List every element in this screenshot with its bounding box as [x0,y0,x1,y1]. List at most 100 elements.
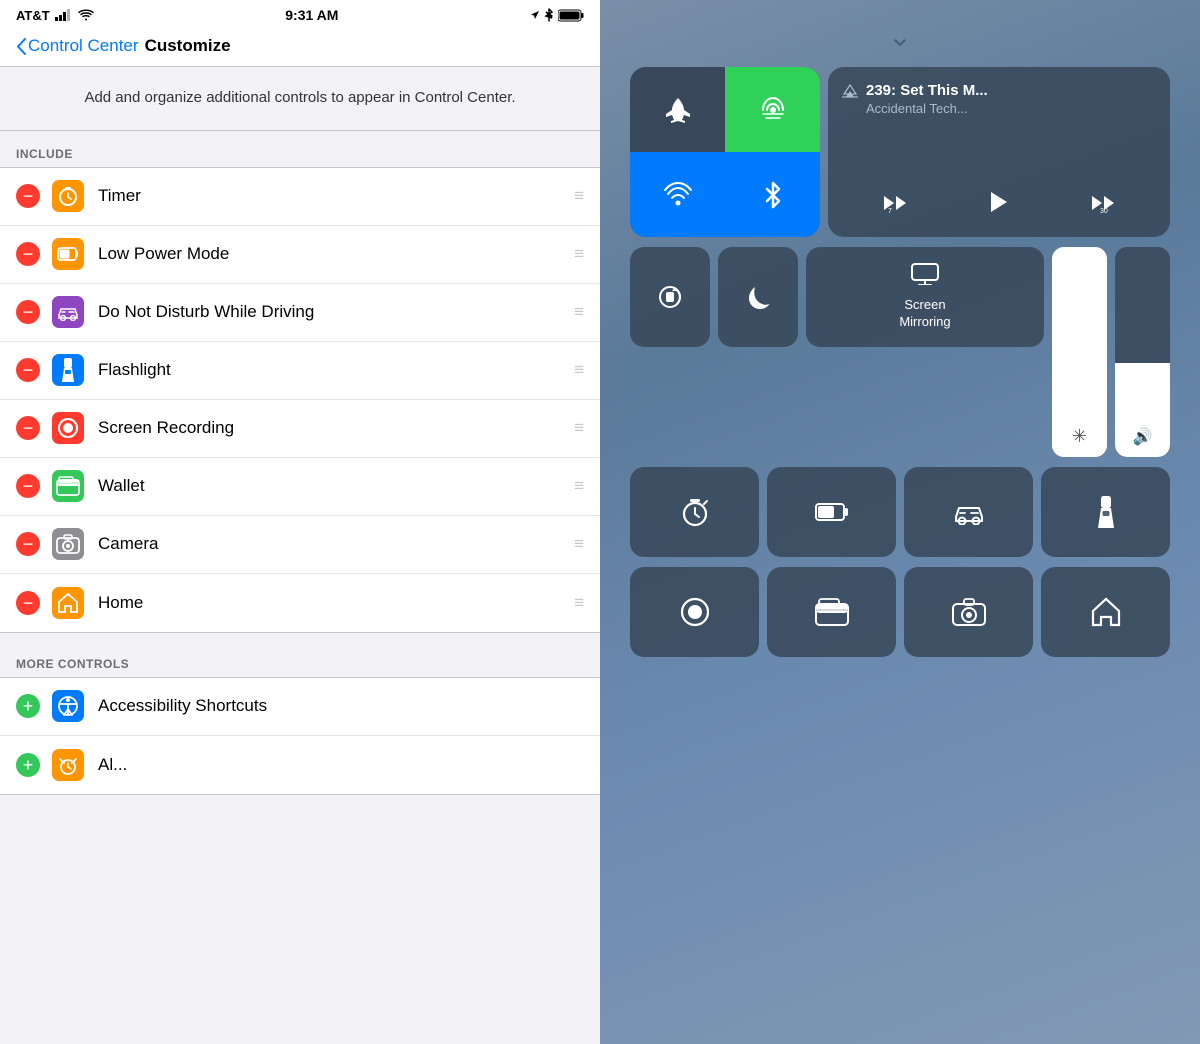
wallet-cc-button[interactable] [767,567,896,657]
row-3-tiles: ScreenMirroring [630,247,1044,347]
dnd-driving-cc-button[interactable] [904,467,1033,557]
more-controls-list: + Accessibility Shortcuts + [0,677,600,795]
drag-handle-flashlight[interactable]: ≡ [574,360,584,380]
camera-label: Camera [98,534,566,554]
lowpower-label: Low Power Mode [98,244,566,264]
accessibility-label: Accessibility Shortcuts [98,696,584,716]
wallet-label: Wallet [98,476,566,496]
drag-handle-camera[interactable]: ≡ [574,534,584,554]
screen-mirror-icon [911,263,939,291]
np-title: 239: Set This M... [866,81,988,101]
do-not-disturb-button[interactable] [718,247,798,347]
list-item: − Screen Recording ≡ [0,400,600,458]
list-item: − Camera ≡ [0,516,600,574]
fast-forward-button[interactable]: 30 [1090,191,1118,221]
drag-handle-screenrec[interactable]: ≡ [574,418,584,438]
location-icon [530,10,540,20]
now-playing-block: 239: Set This M... Accidental Tech... 7 [828,67,1170,237]
description-area: Add and organize additional controls to … [0,67,600,131]
list-item: − Low Power Mode ≡ [0,226,600,284]
time-display: 9:31 AM [285,7,338,23]
accessibility-icon [52,690,84,722]
camera-cc-button[interactable] [904,567,1033,657]
top-row: 239: Set This M... Accidental Tech... 7 [630,67,1170,237]
screen-rec-cc-button[interactable] [630,567,759,657]
rotation-lock-button[interactable] [630,247,710,347]
remove-wallet-button[interactable]: − [16,474,40,498]
right-sliders-col: ✳ 🔊 [1052,247,1170,457]
volume-slider[interactable]: 🔊 [1115,247,1170,457]
list-item: − Timer ≡ [0,168,600,226]
timer-cc-button[interactable] [630,467,759,557]
screen-recording-label: Screen Recording [98,418,566,438]
alarm-label: Al... [98,755,584,775]
dismiss-chevron[interactable]: ⌄ [888,20,911,53]
add-accessibility-button[interactable]: + [16,694,40,718]
dnd-driving-label: Do Not Disturb While Driving [98,302,566,322]
brightness-icon: ✳ [1072,426,1087,447]
battery-status-icon [558,9,584,22]
back-chevron-icon [16,38,26,55]
bluetooth-status-icon [544,8,554,22]
np-header: 239: Set This M... Accidental Tech... [842,81,1156,116]
drag-handle-home[interactable]: ≡ [574,593,584,613]
drag-handle-lowpower[interactable]: ≡ [574,244,584,264]
svg-text:30: 30 [1100,208,1108,215]
add-alarm-button[interactable]: + [16,753,40,777]
home-icon [52,587,84,619]
right-panel: ⌄ [600,0,1200,1044]
status-right [530,8,584,22]
airplane-mode-button[interactable] [630,67,725,152]
svg-text:7: 7 [888,208,892,215]
nav-bar: Control Center Customize [0,28,600,67]
lowpower-icon [52,238,84,270]
remove-camera-button[interactable]: − [16,532,40,556]
np-controls: 7 30 [842,188,1156,223]
list-item: − Do Not Disturb While Driving ≡ [0,284,600,342]
flashlight-cc-button[interactable] [1041,467,1170,557]
bluetooth-button[interactable] [725,152,820,237]
flashlight-icon [52,354,84,386]
remove-dnd-button[interactable]: − [16,300,40,324]
low-power-cc-button[interactable] [767,467,896,557]
description-text: Add and organize additional controls to … [40,87,560,110]
screen-recording-icon [52,412,84,444]
remove-flashlight-button[interactable]: − [16,358,40,382]
include-list: − Timer ≡ − Low Power Mode [0,167,600,633]
screen-mirroring-button[interactable]: ScreenMirroring [806,247,1044,347]
camera-icon [52,528,84,560]
play-button[interactable] [985,188,1013,223]
status-left: AT&T [16,8,94,23]
left-tiles-col: ScreenMirroring [630,247,1044,457]
flashlight-label: Flashlight [98,360,566,380]
bottom-tiles-row [630,467,1170,557]
hotspot-button[interactable] [725,67,820,152]
brightness-slider[interactable]: ✳ [1052,247,1107,457]
connectivity-block [630,67,820,237]
list-item: − Wallet ≡ [0,458,600,516]
home-cc-button[interactable] [1041,567,1170,657]
airplay-icon [842,83,858,99]
list-item: − Flashlight ≡ [0,342,600,400]
remove-home-button[interactable]: − [16,591,40,615]
signal-icon [55,9,73,21]
dnd-driving-icon [52,296,84,328]
list-item: + Accessibility Shortcuts [0,678,600,736]
back-button[interactable]: Control Center [16,36,139,56]
wallet-icon [52,470,84,502]
rewind-button[interactable]: 7 [880,191,908,221]
remove-timer-button[interactable]: − [16,184,40,208]
left-panel: AT&T 9:31 AM [0,0,600,1044]
drag-handle-dnd[interactable]: ≡ [574,302,584,322]
drag-handle-wallet[interactable]: ≡ [574,476,584,496]
remove-lowpower-button[interactable]: − [16,242,40,266]
timer-label: Timer [98,186,566,206]
volume-icon: 🔊 [1133,427,1153,447]
remove-screenrec-button[interactable]: − [16,416,40,440]
include-section-header: INCLUDE [0,131,600,167]
np-subtitle: Accidental Tech... [866,101,988,116]
wifi-button[interactable] [630,152,725,237]
drag-handle-timer[interactable]: ≡ [574,186,584,206]
alarm-icon [52,749,84,781]
more-controls-header: MORE CONTROLS [0,633,600,677]
